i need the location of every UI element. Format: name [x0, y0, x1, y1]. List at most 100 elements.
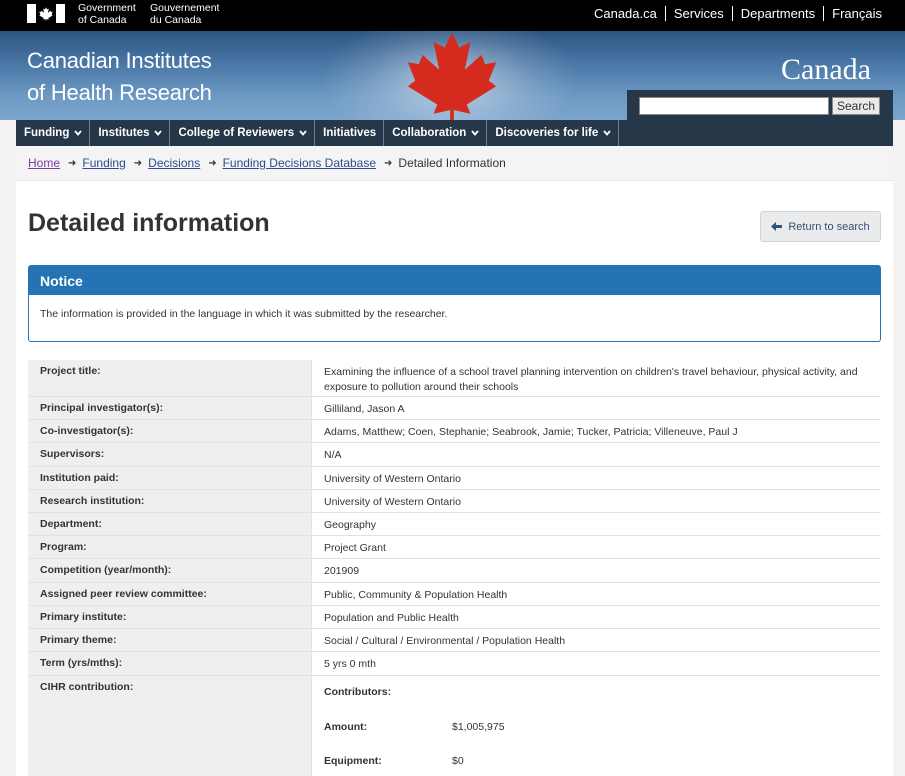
- breadcrumb-funding[interactable]: Funding: [82, 156, 125, 170]
- breadcrumb: Home ➜ Funding ➜ Decisions ➜ Funding Dec…: [16, 146, 893, 181]
- menu-label: Collaboration: [392, 127, 467, 139]
- menu-label: College of Reviewers: [178, 127, 295, 139]
- return-to-search-button[interactable]: Return to search: [760, 211, 881, 242]
- canada-wordmark-text: Canada: [781, 53, 871, 86]
- detail-label: Program:: [28, 536, 312, 558]
- menu-item-college-of-reviewers[interactable]: College of Reviewers: [170, 120, 316, 146]
- search-input[interactable]: [639, 97, 829, 115]
- chevron-down-icon: [603, 130, 611, 136]
- breadcrumb-funding-decisions-database[interactable]: Funding Decisions Database: [223, 156, 376, 170]
- equipment-value: $0: [452, 755, 464, 767]
- services-link[interactable]: Services: [664, 6, 732, 21]
- equipment-label: Equipment:: [324, 755, 382, 767]
- detail-row-peer-review-committee: Assigned peer review committee: Public, …: [28, 583, 881, 606]
- menu-item-institutes[interactable]: Institutes: [90, 120, 171, 146]
- government-of-canada-signature[interactable]: Government of Canada: [78, 2, 136, 26]
- chevron-down-icon: [154, 130, 163, 136]
- gov-en-line1: Government: [78, 2, 136, 14]
- detail-label: Supervisors:: [28, 443, 312, 466]
- detail-row-primary-theme: Primary theme: Social / Cultural / Envir…: [28, 629, 881, 652]
- site-title-line1: Canadian Institutes: [27, 48, 212, 73]
- menu-item-funding[interactable]: Funding: [16, 120, 91, 146]
- detail-value: Social / Cultural / Environmental / Popu…: [324, 635, 566, 647]
- detail-row-term: Term (yrs/mths): 5 yrs 0 mth: [28, 652, 881, 676]
- equipment-line: Equipment: $0: [324, 754, 869, 769]
- search-button[interactable]: Search: [832, 97, 880, 115]
- chevron-down-icon: [471, 130, 480, 136]
- detail-row-research-institution: Research institution: University of West…: [28, 490, 881, 513]
- menu-label: Institutes: [98, 127, 150, 139]
- menu-label: Discoveries for life: [495, 127, 599, 139]
- detail-row-principal-investigator: Principal investigator(s): Gilliland, Ja…: [28, 397, 881, 420]
- detail-value: 5 yrs 0 mth: [324, 658, 376, 670]
- gov-en-line2: of Canada: [78, 14, 127, 26]
- breadcrumb-decisions[interactable]: Decisions: [148, 156, 200, 170]
- detail-label: Research institution:: [28, 490, 312, 512]
- canada-flag-icon: [27, 4, 65, 23]
- amount-label: Amount:: [324, 721, 368, 733]
- detail-value: University of Western Ontario: [324, 496, 461, 508]
- menu-label: Initiatives: [323, 127, 377, 139]
- breadcrumb-current: Detailed Information: [398, 156, 506, 170]
- amount-value: $1,005,975: [452, 721, 505, 733]
- detail-row-competition: Competition (year/month): 201909: [28, 559, 881, 583]
- detail-value: Population and Public Health: [324, 612, 459, 624]
- detail-value: Project Grant: [324, 542, 386, 554]
- detail-row-supervisors: Supervisors: N/A: [28, 443, 881, 467]
- notice-text: The information is provided in the langu…: [40, 308, 448, 320]
- details-table: Project title: Examining the influence o…: [28, 360, 881, 776]
- main-menu: Funding Institutes College of Reviewers …: [16, 120, 893, 146]
- detail-label: Competition (year/month):: [28, 559, 312, 582]
- detail-value: Examining the influence of a school trav…: [324, 366, 858, 393]
- canada-ca-link[interactable]: Canada.ca: [586, 6, 665, 21]
- detail-value: N/A: [324, 449, 342, 461]
- detail-label: Assigned peer review committee:: [28, 583, 312, 605]
- detail-label: Project title:: [28, 360, 312, 396]
- site-title[interactable]: Canadian Institutes of Health Research: [27, 45, 212, 109]
- detail-value: Public, Community & Population Health: [324, 589, 508, 601]
- detail-row-program: Program: Project Grant: [28, 536, 881, 559]
- notice-panel: Notice The information is provided in th…: [28, 265, 881, 342]
- breadcrumb-home[interactable]: Home: [28, 156, 60, 170]
- arrow-right-icon: ➜: [384, 157, 393, 169]
- detail-row-institution-paid: Institution paid: University of Western …: [28, 467, 881, 490]
- menu-item-collaboration[interactable]: Collaboration: [384, 120, 488, 146]
- detail-value: University of Western Ontario: [324, 473, 461, 485]
- detail-label: Institution paid:: [28, 467, 312, 489]
- page-content: Home ➜ Funding ➜ Decisions ➜ Funding Dec…: [16, 146, 893, 776]
- detail-value: Gilliland, Jason A: [324, 403, 405, 415]
- gov-fr-line2: du Canada: [150, 14, 202, 26]
- contribution-block: Contributors: Amount: $1,005,975 Equipme…: [312, 676, 881, 776]
- amount-line: Amount: $1,005,975: [324, 720, 869, 754]
- detail-value: Geography: [324, 519, 376, 531]
- language-toggle-link[interactable]: Français: [823, 6, 882, 21]
- contributors-line: Contributors:: [324, 685, 869, 720]
- detail-row-project-title: Project title: Examining the influence o…: [28, 360, 881, 397]
- departments-link[interactable]: Departments: [731, 6, 823, 21]
- detail-row-co-investigators: Co-investigator(s): Adams, Matthew; Coen…: [28, 420, 881, 443]
- site-title-line2: of Health Research: [27, 80, 212, 105]
- menu-item-initiatives[interactable]: Initiatives: [315, 120, 385, 146]
- arrow-left-icon: [771, 222, 783, 231]
- detail-label: Department:: [28, 513, 312, 535]
- detail-label: Co-investigator(s):: [28, 420, 312, 442]
- federal-identity-bar: Government of Canada Gouvernement du Can…: [0, 0, 905, 31]
- detail-label: Term (yrs/mths):: [28, 652, 312, 675]
- gov-fr-line1: Gouvernement: [150, 2, 220, 14]
- menu-item-discoveries-for-life[interactable]: Discoveries for life: [487, 120, 620, 146]
- arrow-right-icon: ➜: [208, 157, 217, 169]
- arrow-right-icon: ➜: [133, 157, 143, 169]
- detail-row-primary-institute: Primary institute: Population and Public…: [28, 606, 881, 629]
- chevron-down-icon: [74, 130, 83, 136]
- chevron-down-icon: [299, 130, 307, 136]
- gouvernement-du-canada-signature[interactable]: Gouvernement du Canada: [150, 2, 219, 26]
- detail-label: Primary theme:: [28, 629, 312, 651]
- detail-label: Principal investigator(s):: [28, 397, 312, 419]
- maple-leaf-icon: [407, 32, 497, 120]
- detail-label: CIHR contribution:: [28, 676, 312, 776]
- arrow-right-icon: ➜: [68, 157, 77, 169]
- contributors-label: Contributors:: [324, 686, 392, 698]
- canada-wordmark: Canada: [781, 53, 871, 87]
- page-title: Detailed information: [28, 209, 270, 237]
- top-links: Canada.ca Services Departments Français: [586, 6, 882, 21]
